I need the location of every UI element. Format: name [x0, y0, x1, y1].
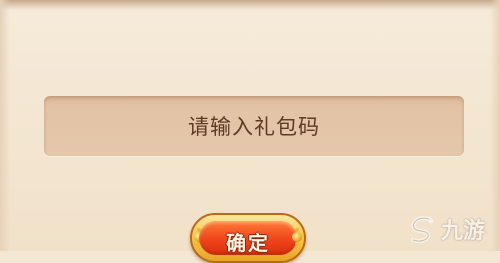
- watermark-text: 九游: [441, 219, 486, 244]
- gift-code-input[interactable]: 请输入礼包码: [44, 96, 464, 156]
- panel-top-shadow: [0, 0, 500, 10]
- site-watermark: 九游: [406, 212, 496, 246]
- button-right-ornament-icon: [292, 228, 302, 246]
- gift-code-panel: 请输入礼包码 确定 九游: [0, 0, 500, 263]
- gift-code-placeholder: 请输入礼包码: [188, 115, 320, 139]
- confirm-button-label: 确定: [226, 231, 270, 255]
- s-swirl-logo-icon: [411, 216, 434, 244]
- panel-left-edge: [0, 0, 10, 251]
- confirm-button-face: 确定: [199, 221, 297, 255]
- confirm-button[interactable]: 确定: [190, 213, 306, 263]
